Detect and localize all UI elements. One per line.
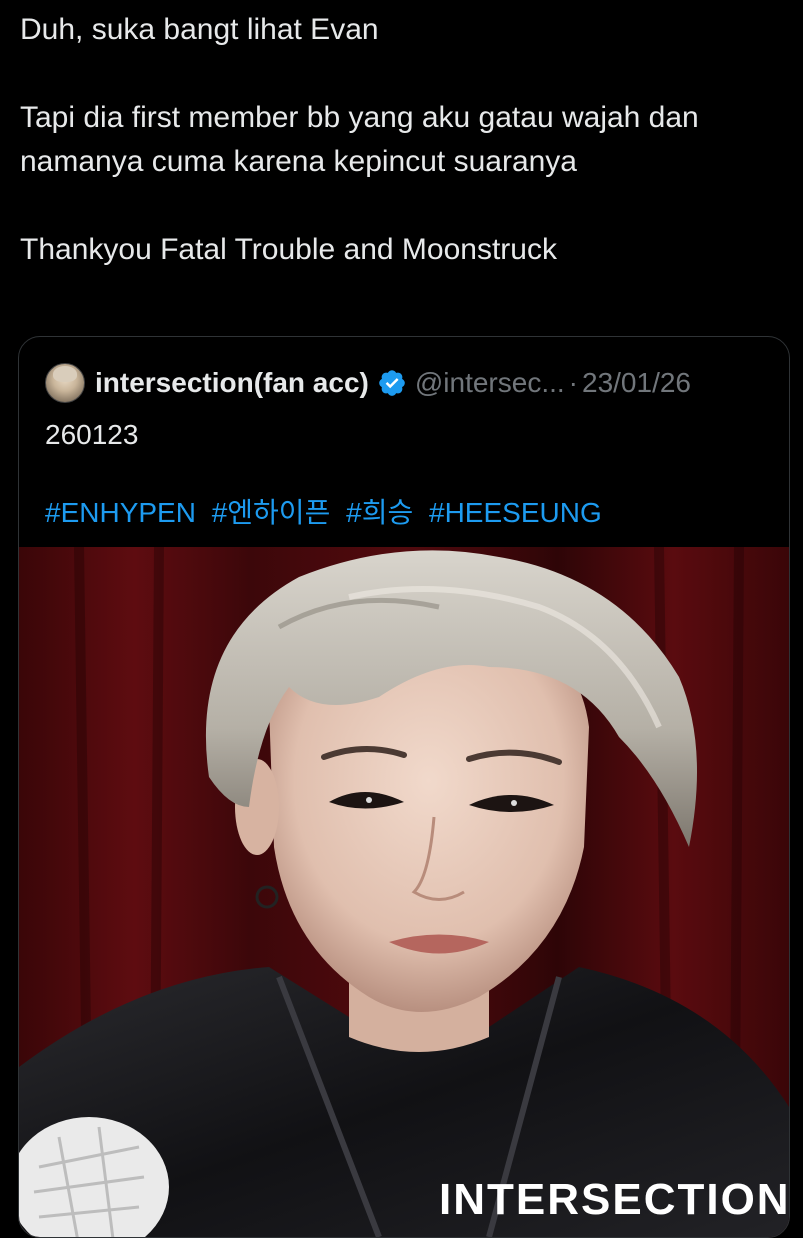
tweet-line-3: Thankyou Fatal Trouble and Moonstruck xyxy=(20,233,557,266)
quoted-tweet-card[interactable]: intersection(fan acc) @intersec... · 23/… xyxy=(18,336,790,1238)
hashtag-enhypen-korean[interactable]: #엔하이픈 xyxy=(212,497,331,528)
watermark: INTERSECTION xyxy=(439,1175,789,1224)
tweet-line-2: Tapi dia first member bb yang aku gatau … xyxy=(20,101,699,178)
avatar[interactable] xyxy=(45,363,85,403)
quoted-tweet-photo[interactable]: INTERSECTION xyxy=(19,547,789,1237)
tweet-body: Duh, suka bangt lihat Evan Tapi dia firs… xyxy=(20,8,790,272)
hashtag-enhypen[interactable]: #ENHYPEN xyxy=(45,497,196,528)
author-handle[interactable]: @intersec... xyxy=(415,367,565,399)
quoted-tweet-header: intersection(fan acc) @intersec... · 23/… xyxy=(45,363,691,403)
post-date[interactable]: 23/01/26 xyxy=(582,367,691,399)
separator: · xyxy=(568,367,578,398)
hashtag-heeseung[interactable]: #HEESEUNG xyxy=(429,497,602,528)
quoted-tweet-text: 260123 xyxy=(45,419,139,450)
author-name[interactable]: intersection(fan acc) xyxy=(95,367,369,399)
photo-illustration xyxy=(19,547,789,1237)
tweet-line-1: Duh, suka bangt lihat Evan xyxy=(20,13,379,46)
hashtag-list: #ENHYPEN #엔하이픈 #희승 #HEESEUNG xyxy=(45,493,610,533)
verified-badge-icon xyxy=(379,370,405,396)
hashtag-heeseung-korean[interactable]: #희승 xyxy=(346,497,413,528)
